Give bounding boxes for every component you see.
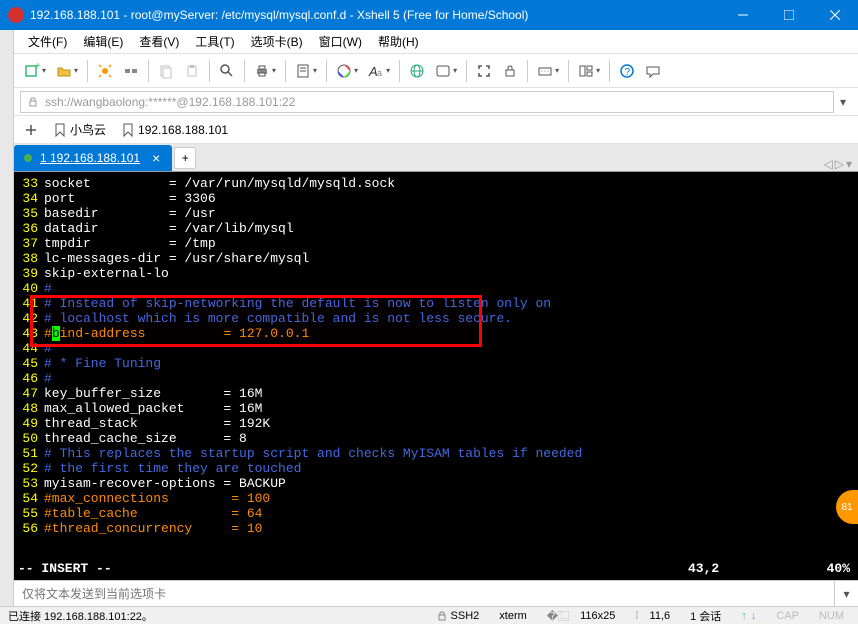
status-updown: ↑↓ [735,610,762,622]
connection-status-icon [24,154,32,162]
toolbar: +▾ ▾ ▾ ▾ ▾ Aa▾ ▾ ▾ ▾ ? [14,54,858,88]
chat-button[interactable] [641,58,665,84]
terminal-line: 42# localhost which is more compatible a… [14,311,858,326]
status-caps: CAP [770,610,805,622]
terminal[interactable]: 33socket = /var/run/mysqld/mysqld.sock34… [14,172,858,580]
terminal-line: 33socket = /var/run/mysqld/mysqld.sock [14,176,858,191]
layout-button[interactable]: ▾ [574,58,604,84]
menu-tools[interactable]: 工具(T) [187,31,242,52]
menu-edit[interactable]: 编辑(E) [75,31,131,52]
terminal-line: 47key_buffer_size = 16M [14,386,858,401]
terminal-line: 39skip-external-lo [14,266,858,281]
terminal-line: 55#table_cache = 64 [14,506,858,521]
svg-text:a: a [377,68,382,78]
tab-next-button[interactable]: ▷ [835,157,844,171]
address-text: ssh://wangbaolong:******@192.168.188.101… [45,95,295,109]
app-icon [8,7,24,23]
bookmark-icon [54,123,66,137]
svg-text:+: + [35,63,40,72]
menubar: 文件(F) 编辑(E) 查看(V) 工具(T) 选项卡(B) 窗口(W) 帮助(… [14,30,858,54]
terminal-line: 41# Instead of skip-networking the defau… [14,296,858,311]
terminal-line: 46# [14,371,858,386]
lock-icon [27,96,39,108]
statusbar: 已连接 192.168.188.101:22。 SSH2 xterm �⿺ 11… [0,606,858,624]
menu-file[interactable]: 文件(F) [20,31,75,52]
open-button[interactable]: ▾ [52,58,82,84]
terminal-line: 45# * Fine Tuning [14,356,858,371]
svg-text:?: ? [625,67,631,78]
terminal-line: 56#thread_concurrency = 10 [14,521,858,536]
input-bar: ▾ [14,580,858,606]
input-dropdown[interactable]: ▾ [834,581,858,606]
properties-button[interactable]: ▾ [291,58,321,84]
terminal-line: 37tmpdir = /tmp [14,236,858,251]
menu-help[interactable]: 帮助(H) [370,31,427,52]
minimize-button[interactable] [720,0,766,30]
print-button[interactable]: ▾ [250,58,280,84]
titlebar: 192.168.188.101 - root@myServer: /etc/my… [0,0,858,30]
terminal-line: 36datadir = /var/lib/mysql [14,221,858,236]
vim-mode: -- INSERT -- [18,561,688,576]
lock-button[interactable] [498,58,522,84]
session-tabs: 1 192.168.188.101 × + ◁ ▷ ▾ [14,144,858,172]
terminal-line: 51# This replaces the startup script and… [14,446,858,461]
terminal-line: 43#bind-address = 127.0.0.1 [14,326,858,341]
addressbar: ssh://wangbaolong:******@192.168.188.101… [14,88,858,116]
vim-percent: 40% [808,561,858,576]
close-tab-button[interactable]: × [148,150,164,166]
tab-prev-button[interactable]: ◁ [824,157,833,171]
quicklinks-bar: 小鸟云 192.168.188.101 [14,116,858,144]
status-term: xterm [493,610,533,622]
help-button[interactable]: ? [615,58,639,84]
font-button[interactable]: Aa▾ [364,58,394,84]
terminal-line: 35basedir = /usr [14,206,858,221]
new-tab-button[interactable]: + [174,147,196,169]
find-button[interactable] [215,58,239,84]
close-button[interactable] [812,0,858,30]
fullscreen-button[interactable] [472,58,496,84]
add-bookmark-button[interactable] [20,121,42,139]
status-cursor: ⁞ 11,6 [629,610,676,622]
terminal-line: 34port = 3306 [14,191,858,206]
terminal-line: 44# [14,341,858,356]
terminal-line: 53myisam-recover-options = BACKUP [14,476,858,491]
menu-window[interactable]: 窗口(W) [311,31,370,52]
terminal-line: 49thread_stack = 192K [14,416,858,431]
status-size: �⿺ 116x25 [541,608,622,624]
status-connection: 已连接 192.168.188.101:22。 [8,608,423,624]
terminal-line: 52# the first time they are touched [14,461,858,476]
terminal-line: 54#max_connections = 100 [14,491,858,506]
status-num: NUM [813,610,850,622]
address-dropdown[interactable]: ▾ [834,95,852,109]
status-sessions: 1 会话 [684,608,727,624]
terminal-line: 48max_allowed_packet = 16M [14,401,858,416]
copy-button[interactable] [154,58,178,84]
bookmark-link-1[interactable]: 小鸟云 [50,119,110,140]
maximize-button[interactable] [766,0,812,30]
bookmark-icon [122,123,134,137]
address-input[interactable]: ssh://wangbaolong:******@192.168.188.101… [20,91,834,113]
bookmark-link-2[interactable]: 192.168.188.101 [118,121,232,139]
paste-button[interactable] [180,58,204,84]
left-strip [0,30,14,606]
status-ssh: SSH2 [431,610,486,622]
new-session-button[interactable]: +▾ [20,58,50,84]
globe-button[interactable] [405,58,429,84]
script-button[interactable]: ▾ [431,58,461,84]
terminal-line: 40# [14,281,858,296]
vim-position: 43,2 [688,561,808,576]
menu-tab[interactable]: 选项卡(B) [243,31,311,52]
command-input[interactable] [14,587,834,601]
menu-view[interactable]: 查看(V) [131,31,187,52]
terminal-line: 38lc-messages-dir = /usr/share/mysql [14,251,858,266]
keyboard-button[interactable]: ▾ [533,58,563,84]
session-tab-active[interactable]: 1 192.168.188.101 × [14,145,172,171]
reconnect-button[interactable] [93,58,117,84]
tab-list-button[interactable]: ▾ [846,157,852,171]
disconnect-button[interactable] [119,58,143,84]
titlebar-text: 192.168.188.101 - root@myServer: /etc/my… [30,8,720,22]
color-button[interactable]: ▾ [332,58,362,84]
terminal-line: 50thread_cache_size = 8 [14,431,858,446]
